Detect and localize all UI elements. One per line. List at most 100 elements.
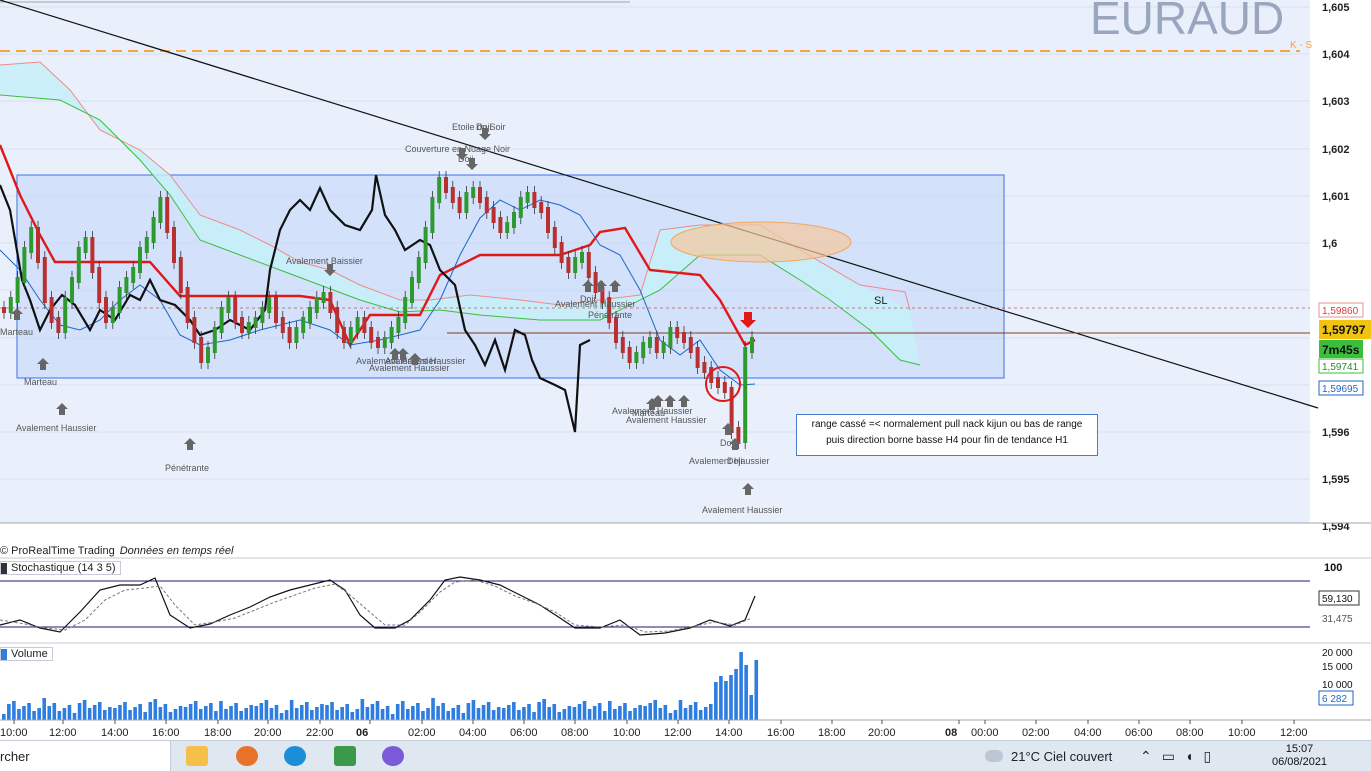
price-chart[interactable]: K - S EURAUD Etoile du Soir Doji Couvert… (0, 0, 1371, 740)
candle-body (192, 317, 197, 343)
candle-body (471, 187, 476, 198)
candle-body (151, 217, 156, 243)
volume-bar (123, 702, 127, 720)
pattern-label: Marteau (24, 377, 57, 387)
volume-bar (638, 705, 642, 720)
time-tick: 10:00 (0, 727, 28, 739)
volume-bar (587, 709, 592, 720)
candle-body (206, 347, 210, 363)
volume-bar (678, 700, 683, 720)
volume-bar (274, 705, 279, 720)
candle-body (260, 307, 265, 323)
candle-body (491, 207, 496, 223)
volume-bar (355, 709, 360, 720)
analysis-note[interactable]: range cassé =< normalement pull nack kij… (796, 414, 1098, 456)
candle-body (8, 297, 13, 313)
candle-body (743, 347, 748, 443)
volume-bar (431, 698, 435, 720)
stochastic-panel[interactable] (0, 560, 1310, 642)
volume-bar (643, 706, 647, 720)
credit-text: © ProRealTime Trading (0, 545, 115, 557)
volume-bar (749, 695, 753, 720)
system-tray[interactable]: ⌃ ▭ ◖ ▯ (1140, 741, 1221, 771)
network-icon[interactable]: ▭ (1162, 748, 1185, 765)
clock[interactable]: 15:07 06/08/2021 (1272, 743, 1327, 769)
paint-icon[interactable] (382, 746, 404, 766)
volume-bar (517, 710, 521, 720)
weather-widget[interactable]: 21°C Ciel couvert (985, 741, 1112, 771)
volume-bar (148, 702, 153, 720)
time-tick: 16:00 (152, 727, 180, 739)
volume-bar (113, 708, 117, 720)
candle-body (620, 337, 625, 353)
volume-bar (37, 708, 41, 720)
volume-bar (653, 700, 658, 720)
volume-bar (12, 701, 16, 720)
time-tick: 08:00 (1176, 727, 1204, 739)
volume-bar (345, 704, 349, 720)
volume-label-box[interactable]: Volume (0, 647, 53, 661)
chevron-up-icon[interactable]: ⌃ (1140, 748, 1162, 765)
volume-bar (204, 706, 208, 720)
time-tick: 18:00 (818, 727, 846, 739)
time-tick: 04:00 (459, 727, 487, 739)
edge-icon[interactable] (284, 746, 306, 766)
volume-bar (183, 707, 188, 720)
volume-bar (370, 704, 375, 720)
file-explorer-icon[interactable] (186, 746, 208, 766)
taskbar-search[interactable]: rcher (0, 741, 171, 771)
candle-body (702, 362, 707, 373)
clock-date: 06/08/2021 (1272, 756, 1328, 768)
volume-bar (633, 708, 637, 720)
volume-bar (269, 708, 274, 720)
candle-body (158, 197, 163, 223)
current-price-text: 1,59797 (1322, 323, 1366, 337)
candle-body (450, 187, 455, 203)
candle-body (362, 317, 367, 333)
time-tick: 08:00 (561, 727, 589, 739)
volume-bar (486, 702, 491, 720)
candle-body (90, 237, 95, 273)
resistance-zone-ellipse[interactable] (670, 221, 852, 263)
volume-bar (501, 708, 506, 720)
volume-bar (72, 713, 77, 720)
volume-bar (97, 702, 102, 720)
volume-bar (299, 705, 304, 720)
candle-body (444, 177, 448, 193)
candle-body (539, 202, 544, 213)
time-tick: 16:00 (767, 727, 795, 739)
volume-bar (82, 700, 87, 720)
volume-bar (734, 669, 738, 720)
pattern-label: Pénétrante (588, 310, 632, 320)
candle-body (668, 327, 673, 348)
volume-bar (663, 705, 668, 720)
battery-icon[interactable]: ▯ (1203, 748, 1221, 765)
clock-time: 15:07 (1285, 743, 1314, 755)
candle-body (716, 377, 720, 388)
candle-body (376, 337, 380, 348)
candle-body (165, 197, 170, 233)
trading-app-icon[interactable] (334, 746, 356, 766)
volume-bar (744, 665, 748, 720)
candle-body (70, 277, 74, 303)
volume-bar (375, 701, 380, 720)
volume-bar (178, 706, 183, 720)
volume-bar (209, 703, 213, 720)
time-tick: 06:00 (510, 727, 538, 739)
candle-body (410, 277, 414, 303)
candle-body (328, 292, 333, 313)
volume-bar (22, 706, 26, 720)
weather-text: 21°C Ciel couvert (1011, 748, 1113, 764)
price-tick: 1,602 (1322, 144, 1350, 156)
speaker-icon[interactable]: ◖ (1185, 748, 1203, 764)
firefox-icon[interactable] (236, 746, 258, 766)
candle-body (22, 247, 27, 283)
stoch-label-box[interactable]: Stochastique (14 3 5) (0, 561, 121, 575)
chart-window[interactable]: K - S EURAUD Etoile du Soir Doji Couvert… (0, 0, 1371, 740)
volume-bar (234, 703, 238, 720)
volume-bar (118, 705, 122, 720)
volume-bar (572, 707, 577, 720)
low-tag-text: 1,59695 (1322, 384, 1359, 395)
time-tick: 06 (356, 727, 368, 739)
volume-bar (198, 709, 203, 720)
